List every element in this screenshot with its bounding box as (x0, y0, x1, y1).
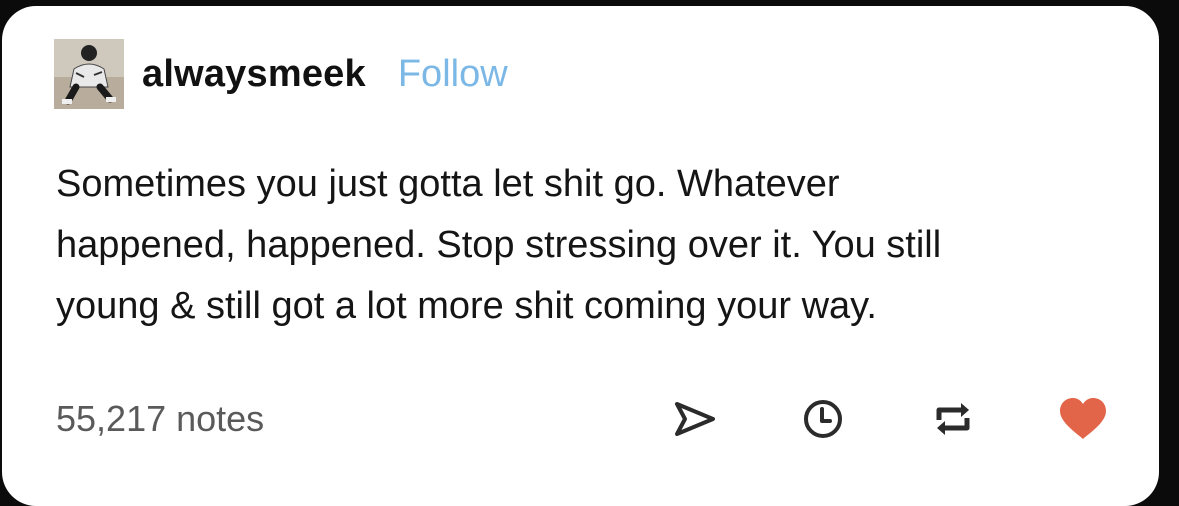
avatar[interactable] (54, 39, 124, 109)
share-icon (675, 402, 715, 436)
heart-icon (1060, 398, 1106, 439)
username[interactable]: alwaysmeek (142, 53, 366, 96)
post-footer: 55,217 notes (56, 394, 1116, 444)
post-body: Sometimes you just gotta let shit go. Wh… (56, 154, 1136, 337)
post-header: alwaysmeek Follow (54, 39, 508, 109)
clock-icon (804, 400, 842, 438)
reblog-button[interactable] (928, 396, 978, 442)
post-card: alwaysmeek Follow Sometimes you just got… (2, 6, 1159, 506)
notes-count[interactable]: 55,217 notes (56, 394, 264, 444)
post-text-line: Sometimes you just gotta let shit go. Wh… (56, 163, 840, 205)
like-button[interactable] (1058, 396, 1108, 442)
post-text-line: young & still got a lot more shit coming… (56, 285, 877, 327)
later-button[interactable] (798, 396, 848, 442)
reblog-icon (936, 403, 970, 435)
follow-button[interactable]: Follow (398, 53, 508, 96)
share-button[interactable] (670, 396, 720, 442)
post-text-line: happened, happened. Stop stressing over … (56, 224, 942, 266)
